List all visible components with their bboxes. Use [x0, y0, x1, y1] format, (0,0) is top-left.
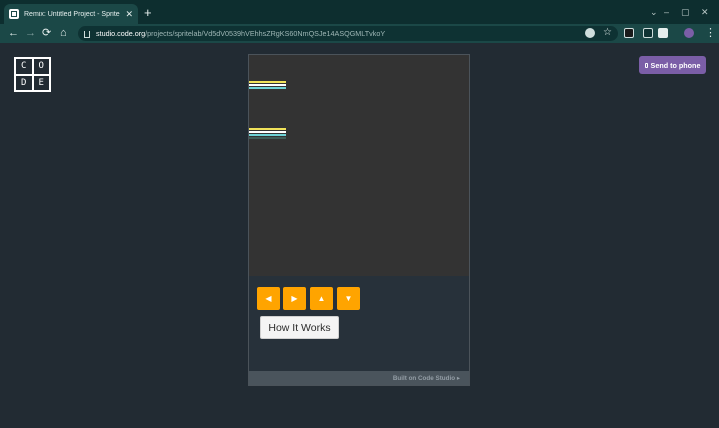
reload-icon[interactable]: ⟳ [42, 26, 51, 40]
browser-tab-bar: Remix: Untitled Project - Sprite L ✕ + ⌄… [0, 0, 719, 24]
tab-search-icon[interactable]: ⌄ [650, 7, 658, 17]
back-icon[interactable]: ← [8, 26, 19, 40]
browser-toolbar: ← → ⟳ ⌂ studio.code.org /projects/sprite… [0, 24, 719, 43]
page-content: C O D E Send to phone ◀ ▶ ▲ ▼ How It Wor… [0, 43, 719, 428]
left-arrow-button[interactable]: ◀ [257, 287, 280, 310]
send-to-phone-label: Send to phone [650, 60, 701, 70]
pdf-extension-icon[interactable] [624, 28, 634, 38]
code-org-favicon-icon [9, 9, 19, 19]
window-close-icon[interactable]: ✕ [701, 7, 709, 17]
sprite-stripe-group [249, 81, 286, 92]
down-arrow-button[interactable]: ▼ [337, 287, 360, 310]
logo-letter: D [15, 74, 33, 91]
profile-avatar-icon[interactable] [684, 28, 694, 38]
game-stage[interactable] [249, 55, 469, 276]
bookmark-star-icon[interactable]: ☆ [603, 26, 612, 40]
url-host: studio.code.org [96, 29, 146, 38]
app-footer: Built on Code Studio ▸ [249, 371, 469, 385]
cast-extension-icon[interactable] [658, 28, 668, 38]
tab-title: Remix: Untitled Project - Sprite L [24, 10, 122, 18]
translate-extension-icon[interactable] [585, 28, 595, 38]
right-arrow-button[interactable]: ▶ [283, 287, 306, 310]
minimize-icon[interactable]: – [664, 7, 669, 17]
forward-icon[interactable]: → [25, 26, 36, 40]
logo-letter: O [32, 58, 50, 75]
tab-close-icon[interactable]: ✕ [125, 9, 133, 19]
up-arrow-button[interactable]: ▲ [310, 287, 333, 310]
new-tab-button[interactable]: + [144, 6, 152, 20]
browser-menu-icon[interactable]: ⋮ [705, 26, 716, 40]
send-to-phone-button[interactable]: Send to phone [639, 56, 706, 74]
maximize-icon[interactable]: ▢ [681, 7, 690, 17]
url-path: /projects/spritelab/Vd5dV0539hVEhhsZRgKS… [145, 29, 386, 38]
how-it-works-button[interactable]: How It Works [260, 316, 339, 339]
sprite-stripe-group [249, 128, 286, 139]
app-frame: ◀ ▶ ▲ ▼ How It Works Built on Code Studi… [248, 54, 470, 386]
pen-extension-icon[interactable] [643, 28, 653, 38]
logo-letter: E [32, 74, 50, 91]
code-org-logo[interactable]: C O D E [14, 57, 51, 92]
address-bar[interactable]: studio.code.org /projects/spritelab/Vd5d… [78, 26, 618, 41]
lock-icon [84, 31, 90, 38]
browser-tab[interactable]: Remix: Untitled Project - Sprite L ✕ [4, 4, 138, 24]
home-icon[interactable]: ⌂ [60, 26, 67, 40]
phone-icon [644, 62, 648, 68]
logo-letter: C [15, 58, 33, 75]
built-on-code-studio-link[interactable]: Built on Code Studio ▸ [393, 375, 460, 382]
